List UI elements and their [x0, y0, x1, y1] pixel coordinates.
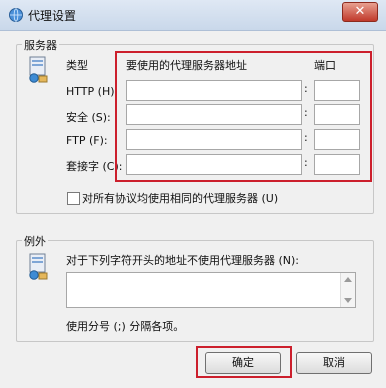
http-label: HTTP (H): [66, 85, 119, 98]
servers-group-label: 服务器 [22, 37, 59, 53]
exceptions-scrollbar[interactable] [340, 273, 355, 307]
title-bar: 代理设置 ✕ [0, 0, 386, 31]
socks-label: 套接字 (C): [66, 160, 123, 173]
window-title: 代理设置 [28, 9, 77, 23]
scroll-down-arrow[interactable] [344, 298, 352, 303]
exceptions-group-label: 例外 [22, 233, 48, 249]
close-button[interactable]: ✕ [342, 2, 378, 22]
type-column-header: 类型 [66, 59, 88, 72]
globe-icon [9, 8, 23, 22]
secure-label: 安全 (S): [66, 111, 111, 124]
scroll-up-arrow[interactable] [344, 277, 352, 282]
exceptions-description: 对于下列字符开头的地址不使用代理服务器 (N): [66, 254, 300, 267]
highlight-frame-ok [196, 346, 292, 378]
ftp-label: FTP (F): [66, 134, 108, 147]
servers-network-icon [29, 56, 48, 83]
exceptions-hint: 使用分号 (;) 分隔各项。 [66, 320, 185, 333]
proxy-settings-dialog: 代理设置 ✕ 服务器 类型 要使用的代理服务器地址 端口 HTTP (H): :… [0, 0, 386, 388]
exceptions-network-icon [29, 253, 48, 280]
exceptions-textarea[interactable] [66, 272, 356, 308]
same-proxy-label[interactable]: 对所有协议均使用相同的代理服务器 (U) [82, 190, 278, 206]
highlight-frame-servers [115, 51, 372, 182]
cancel-button[interactable]: 取消 [296, 352, 372, 374]
same-proxy-checkbox[interactable] [67, 192, 80, 205]
